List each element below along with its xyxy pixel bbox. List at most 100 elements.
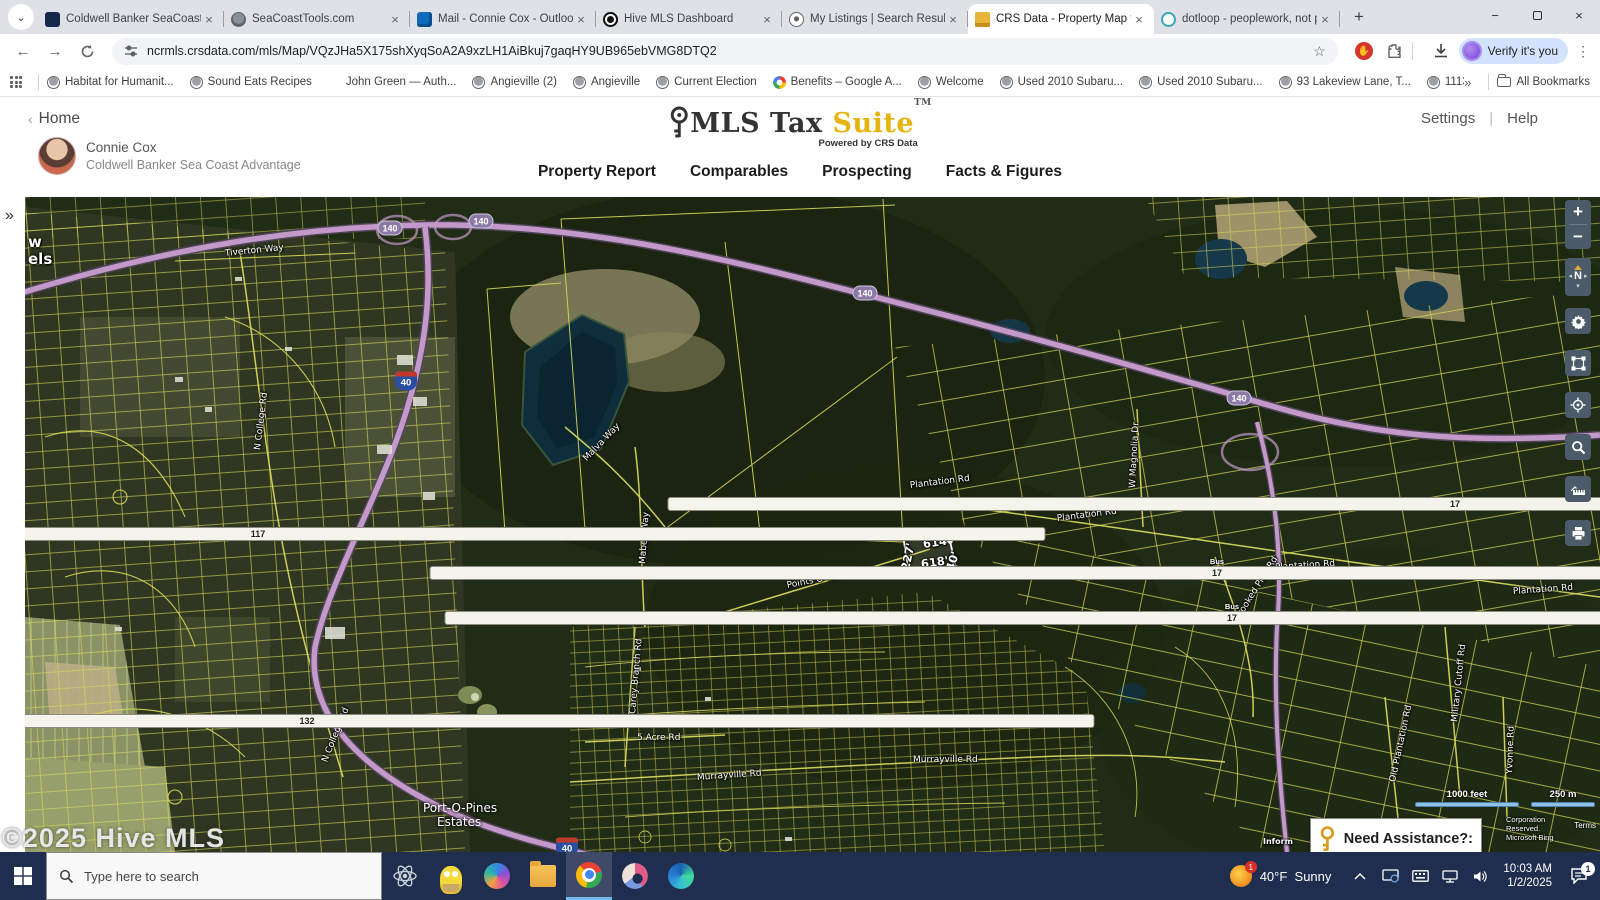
- zoom-in-button[interactable]: +: [1565, 200, 1591, 224]
- app-copilot[interactable]: [474, 852, 520, 900]
- bookmark-item[interactable]: Current Election: [656, 76, 756, 89]
- map-controls: + − ◂N▸ ▾: [1565, 200, 1591, 546]
- need-assistance-popup[interactable]: Need Assistance?:: [1310, 818, 1482, 852]
- bookmark-item[interactable]: Sound Eats Recipes: [190, 76, 312, 89]
- taskbar-search[interactable]: Type here to search: [46, 852, 382, 900]
- extensions-puzzle-icon[interactable]: [1384, 41, 1404, 61]
- back-button[interactable]: ←: [10, 38, 36, 64]
- bookmark-star-icon[interactable]: ☆: [1313, 43, 1326, 60]
- nav-item-property-report[interactable]: Property Report: [538, 163, 656, 181]
- browser-tab[interactable]: CRS Data - Property Map for×: [968, 4, 1154, 34]
- app-chrome-active[interactable]: [566, 852, 612, 900]
- compass-down-icon[interactable]: ▾: [1576, 282, 1580, 290]
- compass-control[interactable]: ◂N▸ ▾: [1565, 258, 1591, 296]
- browser-tab-strip: ⌄ Coldwell Banker SeaCoast Adva×SeaCoast…: [0, 0, 1600, 34]
- tab-close-button[interactable]: ×: [573, 11, 589, 27]
- tray-display-icon[interactable]: [1378, 869, 1402, 883]
- tray-volume-icon[interactable]: [1468, 870, 1492, 883]
- bookmark-item[interactable]: Used 2010 Subaru...: [1139, 76, 1263, 89]
- browser-toolbar: ← → ncrmls.crsdata.com/mls/Map/VQzJHa5X1…: [0, 34, 1600, 68]
- browser-menu-button[interactable]: ⋮: [1576, 43, 1590, 60]
- tab-close-button[interactable]: ×: [201, 11, 217, 27]
- locate-button[interactable]: [1565, 392, 1591, 418]
- chevron-down-icon: ⌄: [16, 11, 25, 24]
- mls-tax-suite-logo: MLS Tax SuiteTM Powered by CRS Data: [668, 105, 932, 149]
- header-actions: Settings | Help: [1421, 110, 1538, 127]
- map-settings-button[interactable]: [1565, 308, 1591, 334]
- tab-close-button[interactable]: ×: [1317, 11, 1333, 27]
- home-link[interactable]: ‹ Home: [28, 110, 80, 128]
- tray-network-icon[interactable]: [1438, 870, 1462, 883]
- browser-tab[interactable]: Hive MLS Dashboard×: [596, 4, 782, 34]
- tab-close-button[interactable]: ×: [945, 11, 961, 27]
- rotate-right-icon[interactable]: ▸: [1584, 272, 1588, 280]
- tab-close-button[interactable]: ×: [1131, 11, 1147, 27]
- hidden-icons-button[interactable]: [1348, 872, 1372, 880]
- terms-link[interactable]: Terms: [1574, 821, 1596, 830]
- page-content: »: [0, 197, 1600, 852]
- bookmark-item[interactable]: Angieville: [573, 76, 640, 89]
- bookmark-item[interactable]: Habitat for Humanit...: [47, 76, 174, 89]
- start-button[interactable]: [0, 852, 46, 900]
- tab-close-button[interactable]: ×: [759, 11, 775, 27]
- browser-tab[interactable]: My Listings | Search Results | fle×: [782, 4, 968, 34]
- property-map[interactable]: welsTiverton WayN College RdN College Rd…: [25, 197, 1600, 852]
- bookmark-item[interactable]: Used 2010 Subaru...: [1000, 76, 1124, 89]
- app-atom[interactable]: [382, 852, 428, 900]
- bookmark-item[interactable]: Angieville (2): [472, 76, 556, 89]
- browser-tab[interactable]: Mail - Connie Cox - Outlook×: [410, 4, 596, 34]
- help-link[interactable]: Help: [1507, 110, 1538, 127]
- measure-button[interactable]: [1565, 476, 1591, 502]
- sidebar-expand-button[interactable]: »: [5, 207, 14, 225]
- map-search-button[interactable]: [1565, 434, 1591, 460]
- select-area-button[interactable]: [1565, 350, 1591, 376]
- reload-button[interactable]: [74, 38, 100, 64]
- window-controls: − ×: [1474, 0, 1600, 30]
- action-center-button[interactable]: 1: [1562, 868, 1596, 884]
- verify-profile-chip[interactable]: Verify it's you: [1459, 38, 1568, 64]
- new-tab-button[interactable]: +: [1346, 4, 1372, 30]
- rotate-left-icon[interactable]: ◂: [1569, 272, 1573, 280]
- maximize-button[interactable]: [1516, 0, 1558, 30]
- tray-keyboard-icon[interactable]: [1408, 870, 1432, 882]
- tab-close-button[interactable]: ×: [387, 11, 403, 27]
- browser-tab[interactable]: SeaCoastTools.com×: [224, 4, 410, 34]
- adblock-icon[interactable]: ✋: [1354, 41, 1374, 61]
- zoom-out-button[interactable]: −: [1565, 225, 1591, 249]
- bookmark-item[interactable]: Benefits – Google A...: [773, 76, 902, 89]
- bookmark-label: 1113 S Ocean Blvd....: [1445, 76, 1464, 88]
- settings-link[interactable]: Settings: [1421, 110, 1475, 127]
- bookmark-item[interactable]: John Green — Auth...: [328, 76, 457, 89]
- app-character[interactable]: [428, 852, 474, 900]
- site-info-icon[interactable]: [124, 44, 138, 58]
- forward-button[interactable]: →: [42, 38, 68, 64]
- taskbar-clock[interactable]: 10:03 AM 1/2/2025: [1503, 862, 1552, 890]
- browser-tab[interactable]: dotloop - peoplework, not pap×: [1154, 4, 1340, 34]
- bookmarks-overflow-button[interactable]: »: [1464, 75, 1471, 90]
- bookmark-item[interactable]: 1113 S Ocean Blvd....: [1427, 76, 1464, 89]
- browser-tab[interactable]: Coldwell Banker SeaCoast Adva×: [38, 4, 224, 34]
- print-button[interactable]: [1565, 520, 1591, 546]
- app-edge[interactable]: [658, 852, 704, 900]
- gear-icon: [1571, 314, 1586, 329]
- sun-icon: 1: [1230, 865, 1252, 887]
- app-paint[interactable]: [612, 852, 658, 900]
- apps-grid-icon[interactable]: [10, 76, 22, 88]
- url-text[interactable]: ncrmls.crsdata.com/mls/Map/VQzJHa5X175sh…: [147, 44, 1305, 58]
- bookmark-item[interactable]: Welcome: [918, 76, 984, 89]
- nav-item-comparables[interactable]: Comparables: [690, 163, 788, 181]
- tab-title: Mail - Connie Cox - Outlook: [438, 13, 573, 25]
- app-file-explorer[interactable]: [520, 852, 566, 900]
- close-window-button[interactable]: ×: [1558, 0, 1600, 30]
- tab-search-button[interactable]: ⌄: [8, 4, 34, 30]
- home-label: Home: [39, 110, 80, 128]
- download-icon[interactable]: [1431, 41, 1451, 61]
- address-bar[interactable]: ncrmls.crsdata.com/mls/Map/VQzJHa5X175sh…: [112, 38, 1338, 65]
- minimize-button[interactable]: −: [1474, 0, 1516, 30]
- bookmark-item[interactable]: 93 Lakeview Lane, T...: [1279, 76, 1411, 89]
- all-bookmarks-label[interactable]: All Bookmarks: [1517, 76, 1591, 88]
- nav-item-facts-figures[interactable]: Facts & Figures: [946, 163, 1062, 181]
- nav-item-prospecting[interactable]: Prospecting: [822, 163, 912, 181]
- weather-widget[interactable]: 1 40°F Sunny: [1230, 865, 1332, 887]
- bookmark-label: Sound Eats Recipes: [208, 76, 312, 88]
